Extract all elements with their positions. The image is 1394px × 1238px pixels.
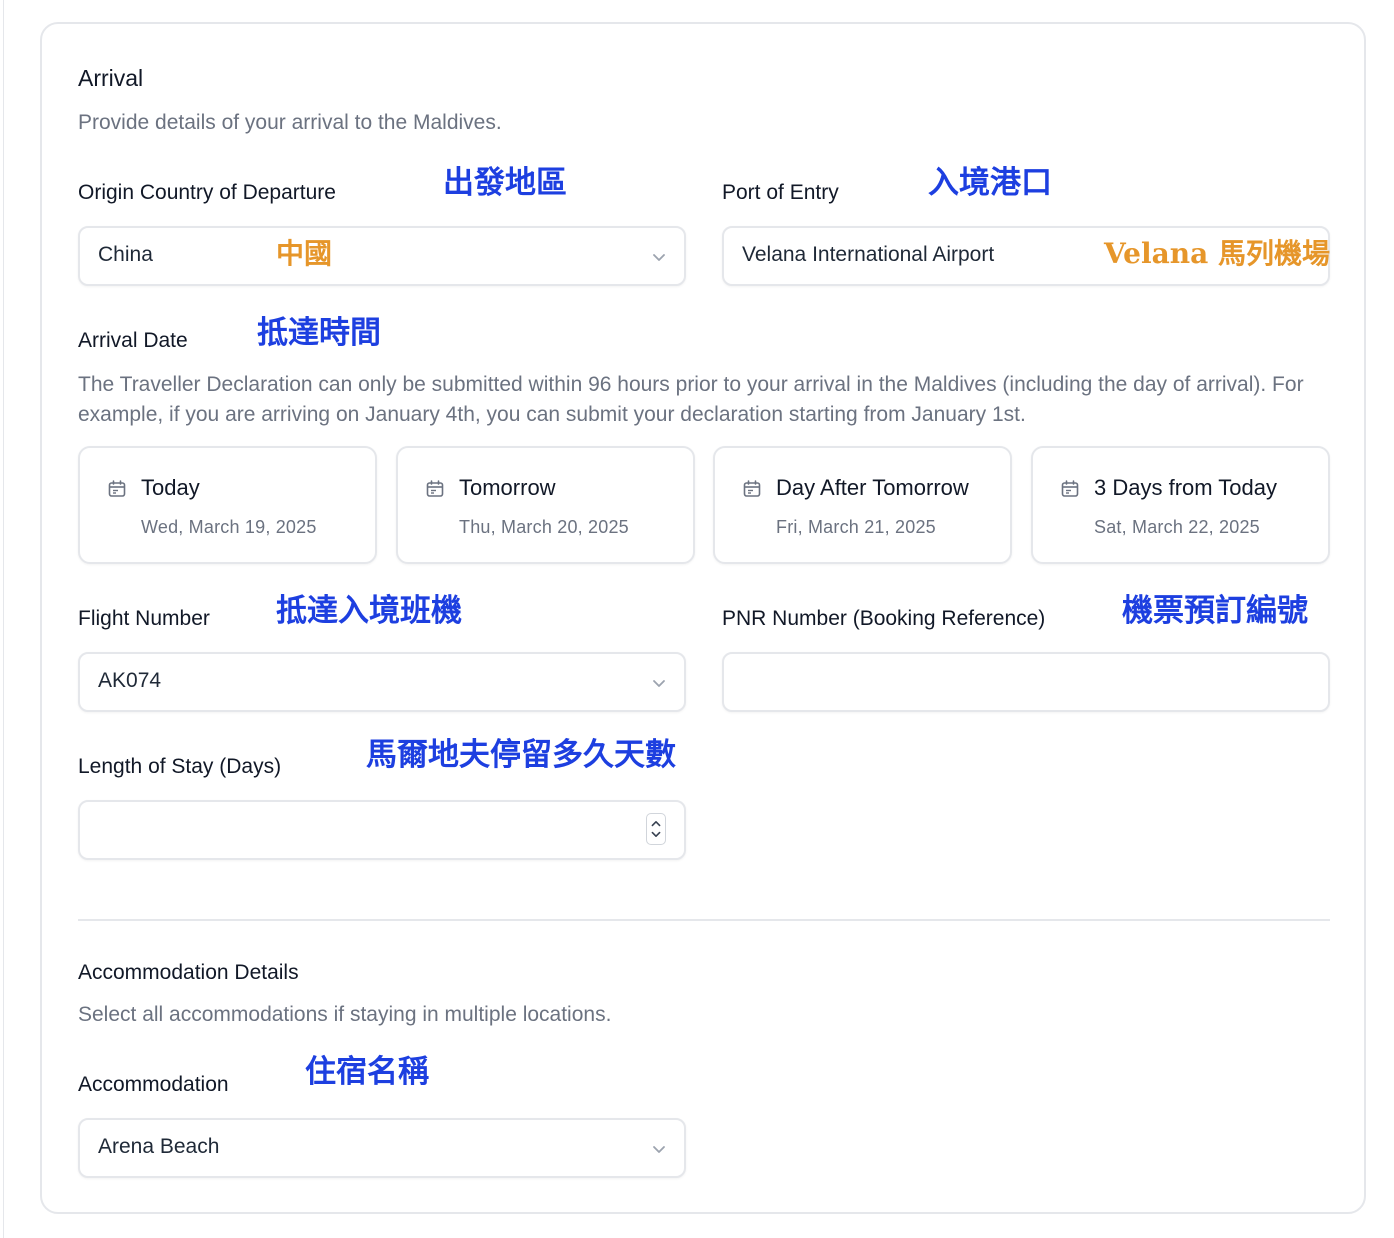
- arrival-subtitle: Provide details of your arrival to the M…: [78, 111, 502, 134]
- date-option-today[interactable]: Today Wed, March 19, 2025: [78, 446, 377, 564]
- accommodation-label: Accommodation: [78, 1073, 229, 1096]
- flight-number-label: Flight Number: [78, 607, 210, 630]
- date-option-3-days[interactable]: 3 Days from Today Sat, March 22, 2025: [1031, 446, 1330, 564]
- date-option-label: Tomorrow: [459, 475, 556, 500]
- origin-country-value: China: [98, 243, 153, 266]
- length-of-stay-input[interactable]: [78, 800, 686, 860]
- date-option-day-after-tomorrow[interactable]: Day After Tomorrow Fri, March 21, 2025: [713, 446, 1012, 564]
- pnr-number-label: PNR Number (Booking Reference): [722, 607, 1046, 630]
- number-stepper-icon[interactable]: [646, 813, 666, 845]
- pnr-number-input[interactable]: [722, 652, 1330, 712]
- port-of-entry-annotation: 入境港口: [928, 165, 1052, 201]
- flight-number-select[interactable]: AK074: [78, 652, 686, 712]
- date-option-label: Day After Tomorrow: [776, 475, 969, 500]
- calendar-icon: [743, 480, 761, 497]
- accommodation-annotation: 住宿名稱: [305, 1054, 429, 1090]
- calendar-icon: [1061, 480, 1079, 497]
- origin-country-value-annotation: 中國: [276, 237, 333, 270]
- date-option-date: Sat, March 22, 2025: [1094, 517, 1260, 537]
- date-option-label: 3 Days from Today: [1094, 475, 1278, 500]
- calendar-icon: [108, 480, 126, 497]
- port-of-entry-field[interactable]: Velana International Airport Velana 馬列機場: [722, 226, 1330, 286]
- arrival-date-annotation: 抵達時間: [257, 315, 381, 351]
- accommodation-value: Arena Beach: [98, 1135, 220, 1158]
- length-of-stay-label: Length of Stay (Days): [78, 755, 282, 778]
- chevron-down-icon: [653, 680, 665, 687]
- chevron-down-icon: [653, 254, 665, 261]
- accommodation-details-subtitle: Select all accommodations if staying in …: [78, 1003, 612, 1026]
- chevron-down-icon: [653, 1146, 665, 1153]
- accommodation-details-title: Accommodation Details: [78, 961, 299, 984]
- port-of-entry-value-annotation: Velana 馬列機場: [1104, 237, 1330, 270]
- date-option-label: Today: [141, 475, 200, 500]
- port-of-entry-value: Velana International Airport: [742, 243, 995, 266]
- origin-country-select[interactable]: China 中國: [78, 226, 686, 286]
- date-option-date: Fri, March 21, 2025: [776, 517, 936, 537]
- flight-number-value: AK074: [98, 669, 162, 692]
- flight-number-annotation: 抵達入境班機: [276, 593, 462, 629]
- accommodation-select[interactable]: Arena Beach: [78, 1118, 686, 1178]
- pnr-number-annotation: 機票預訂編號: [1122, 593, 1308, 629]
- arrival-title: Arrival: [78, 65, 144, 91]
- port-of-entry-label: Port of Entry: [722, 181, 839, 204]
- section-divider: [78, 919, 1330, 921]
- page-edge-line: [3, 0, 4, 1238]
- length-of-stay-annotation: 馬爾地夫停留多久天數: [366, 737, 676, 773]
- calendar-icon: [426, 480, 444, 497]
- arrival-date-description: The Traveller Declaration can only be su…: [78, 373, 1304, 426]
- arrival-date-label: Arrival Date: [78, 329, 188, 352]
- date-option-date: Wed, March 19, 2025: [141, 517, 317, 537]
- origin-country-annotation: 出發地區: [443, 165, 567, 201]
- date-option-tomorrow[interactable]: Tomorrow Thu, March 20, 2025: [396, 446, 695, 564]
- origin-country-label: Origin Country of Departure: [78, 181, 336, 204]
- date-option-date: Thu, March 20, 2025: [459, 517, 629, 537]
